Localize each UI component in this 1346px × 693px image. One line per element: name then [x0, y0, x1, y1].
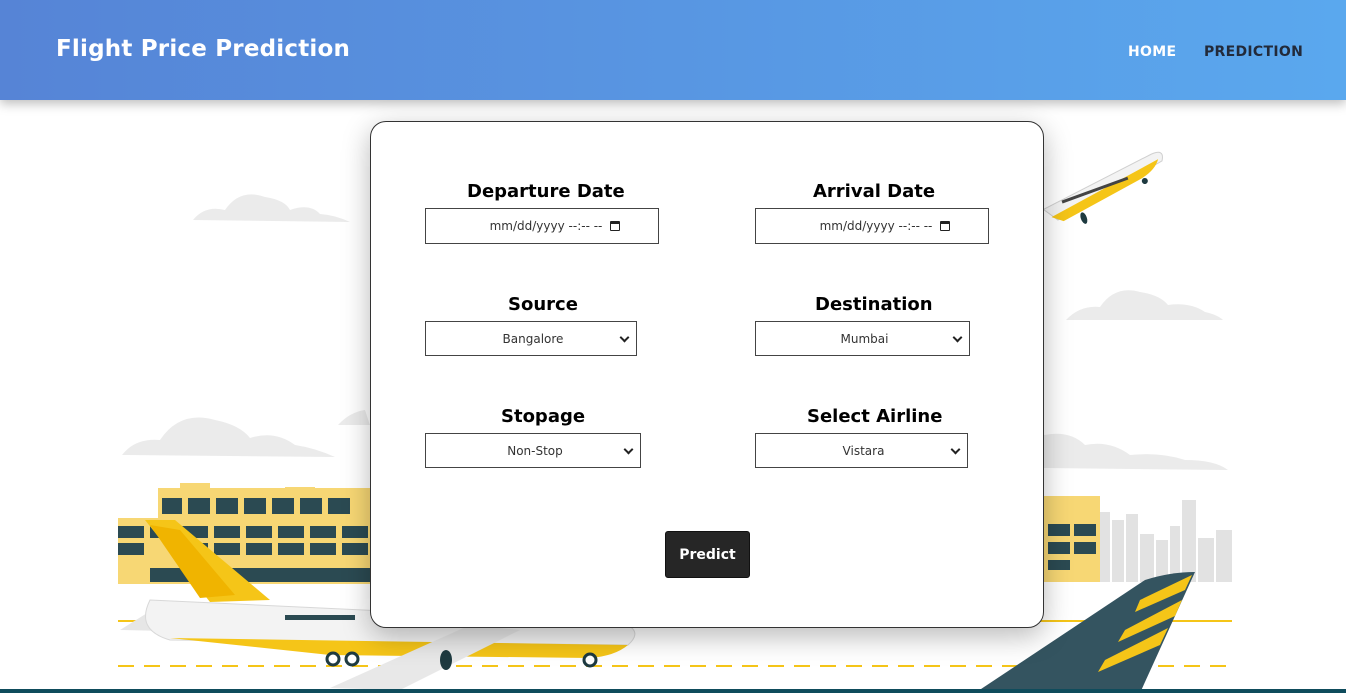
cloud-left-small — [338, 410, 370, 425]
city-skyline — [1100, 500, 1232, 582]
arrival-date-value: mm/dd/yyyy --:-- -- — [819, 219, 933, 233]
calendar-icon[interactable] — [610, 221, 620, 231]
arrival-label: Arrival Date — [813, 181, 936, 202]
stopage-label: Stopage — [501, 406, 586, 427]
destination-label: Destination — [815, 294, 933, 315]
airline-label: Select Airline — [807, 406, 943, 427]
cloud-left-mid — [122, 417, 335, 457]
terminal-right — [1044, 496, 1100, 582]
source-value: Bangalore — [502, 331, 564, 346]
departure-date-value: mm/dd/yyyy --:-- -- — [489, 219, 603, 233]
stopage-value: Non-Stop — [507, 443, 563, 458]
cloud-right-top — [1066, 290, 1223, 320]
source-label: Source — [508, 294, 578, 315]
airline-select[interactable]: Vistara — [755, 433, 968, 468]
destination-value: Mumbai — [840, 331, 889, 346]
departure-label: Departure Date — [467, 181, 625, 202]
cloud-left-top — [193, 194, 350, 222]
nav-prediction-link[interactable]: PREDICTION — [1204, 44, 1303, 60]
nav-home-link[interactable]: HOME — [1128, 44, 1176, 60]
brand-title[interactable]: Flight Price Prediction — [56, 36, 350, 62]
arrival-date-input[interactable]: mm/dd/yyyy --:-- -- — [755, 208, 989, 244]
airline-value: Vistara — [842, 443, 885, 458]
navbar: Flight Price Prediction HOME PREDICTION — [0, 0, 1346, 100]
predict-button[interactable]: Predict — [665, 531, 750, 578]
destination-select[interactable]: Mumbai — [755, 321, 970, 356]
footer-strip — [0, 689, 1346, 693]
cloud-right-mid — [1044, 433, 1228, 470]
source-select[interactable]: Bangalore — [425, 321, 637, 356]
small-plane — [1042, 151, 1163, 224]
departure-date-input[interactable]: mm/dd/yyyy --:-- -- — [425, 208, 659, 244]
prediction-form-card: Departure Date mm/dd/yyyy --:-- -- Arriv… — [370, 121, 1044, 628]
calendar-icon[interactable] — [940, 221, 950, 231]
stopage-select[interactable]: Non-Stop — [425, 433, 641, 468]
